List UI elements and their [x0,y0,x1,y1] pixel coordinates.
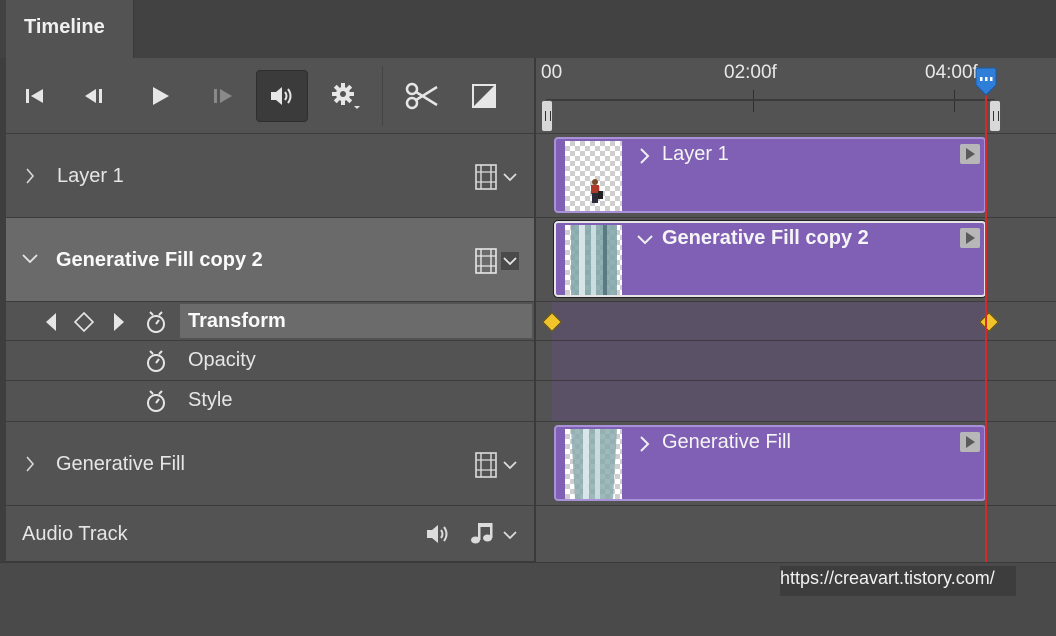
clip-layer-1[interactable]: Layer 1 [554,137,986,213]
layer-name: Generative Fill [56,453,185,475]
ruler-label-start: 00 [541,62,563,83]
audio-track-label: Audio Track [22,523,128,545]
expand-chevron-icon[interactable] [24,166,36,186]
work-area-start-handle[interactable] [541,100,553,132]
track-divider [536,380,1056,381]
clip-transition-icon[interactable] [960,228,980,248]
transition-button[interactable] [458,70,510,122]
first-frame-button[interactable] [10,70,62,122]
toolbar-divider [382,66,383,126]
ruler-label-4s: 04:00f [925,62,978,83]
audio-track-row[interactable]: Audio Track [6,506,534,562]
work-area-bar [546,99,995,101]
clip-transition-icon[interactable] [960,144,980,164]
first-frame-icon [26,89,43,103]
chevron-down-icon[interactable] [636,233,654,247]
property-label-transform: Transform [188,310,286,332]
layer-row-layer-1[interactable]: Layer 1 [6,134,534,218]
layer-row-generative-fill-copy-2[interactable]: Generative Fill copy 2 [6,218,534,302]
gear-icon [332,83,360,109]
scissors-icon [405,82,438,110]
collapse-chevron-icon[interactable] [20,252,40,266]
stopwatch-icon[interactable] [144,348,168,374]
music-note-icon[interactable] [468,520,520,548]
chevron-right-icon[interactable] [638,435,650,453]
work-area-end-handle[interactable] [989,100,1001,132]
speaker-icon [271,87,292,105]
previous-frame-button[interactable] [70,70,122,122]
track-divider [536,217,1056,218]
next-frame-icon [214,89,232,103]
clip-transition-icon[interactable] [960,432,980,452]
ruler-label-2s: 02:00f [724,62,777,83]
clip-generative-fill[interactable]: Generative Fill [554,425,986,501]
audio-toggle-button[interactable] [256,70,308,122]
person-thumbnail-icon [591,179,603,203]
tab-bar [0,0,1056,58]
transform-lane[interactable] [552,302,986,340]
property-row-opacity[interactable]: Opacity [6,341,534,381]
track-divider [536,421,1056,422]
speaker-icon[interactable] [424,522,454,546]
clip-thumbnail [565,225,622,295]
stopwatch-icon[interactable] [144,388,168,414]
film-strip-icon[interactable] [474,248,522,274]
property-label-opacity: Opacity [188,349,256,371]
track-divider [536,340,1056,341]
waterfall-thumbnail-icon [571,429,617,499]
opacity-lane[interactable] [552,341,986,380]
ruler-tick [753,90,754,112]
layer-name: Layer 1 [57,165,124,187]
settings-button[interactable] [320,70,372,122]
layer-name: Generative Fill copy 2 [56,249,263,271]
stopwatch-icon[interactable] [144,309,168,335]
ruler-tick [954,90,955,112]
property-row-style[interactable]: Style [6,381,534,422]
audio-lane[interactable] [552,506,986,562]
clip-name: Generative Fill [662,431,791,453]
clip-name: Generative Fill copy 2 [662,227,869,249]
expand-chevron-icon[interactable] [24,454,36,474]
tab-title: Timeline [24,16,105,38]
clip-generative-fill-copy-2[interactable]: Generative Fill copy 2 [554,221,986,297]
transition-icon [472,84,496,108]
keyframe-navigator [46,311,124,333]
next-frame-button[interactable] [196,70,248,122]
clip-thumbnail [565,429,622,499]
clip-name: Layer 1 [662,143,729,165]
play-icon [153,87,169,105]
split-button[interactable] [396,70,448,122]
film-strip-icon[interactable] [474,164,522,190]
playhead-line[interactable] [985,90,987,562]
play-button[interactable] [134,70,186,122]
property-label-style: Style [188,389,233,411]
chevron-right-icon[interactable] [638,147,650,165]
film-strip-icon[interactable] [474,452,522,478]
layer-row-generative-fill[interactable]: Generative Fill [6,422,534,506]
track-divider [536,301,1056,302]
watermark-text: https://creavart.tistory.com/ [780,566,1016,596]
playhead-knob[interactable] [974,67,998,97]
waterfall-thumbnail-icon [571,225,617,295]
style-lane[interactable] [552,381,986,421]
previous-frame-icon [85,89,102,103]
clip-thumbnail [565,141,622,211]
panel-divider [534,58,536,562]
